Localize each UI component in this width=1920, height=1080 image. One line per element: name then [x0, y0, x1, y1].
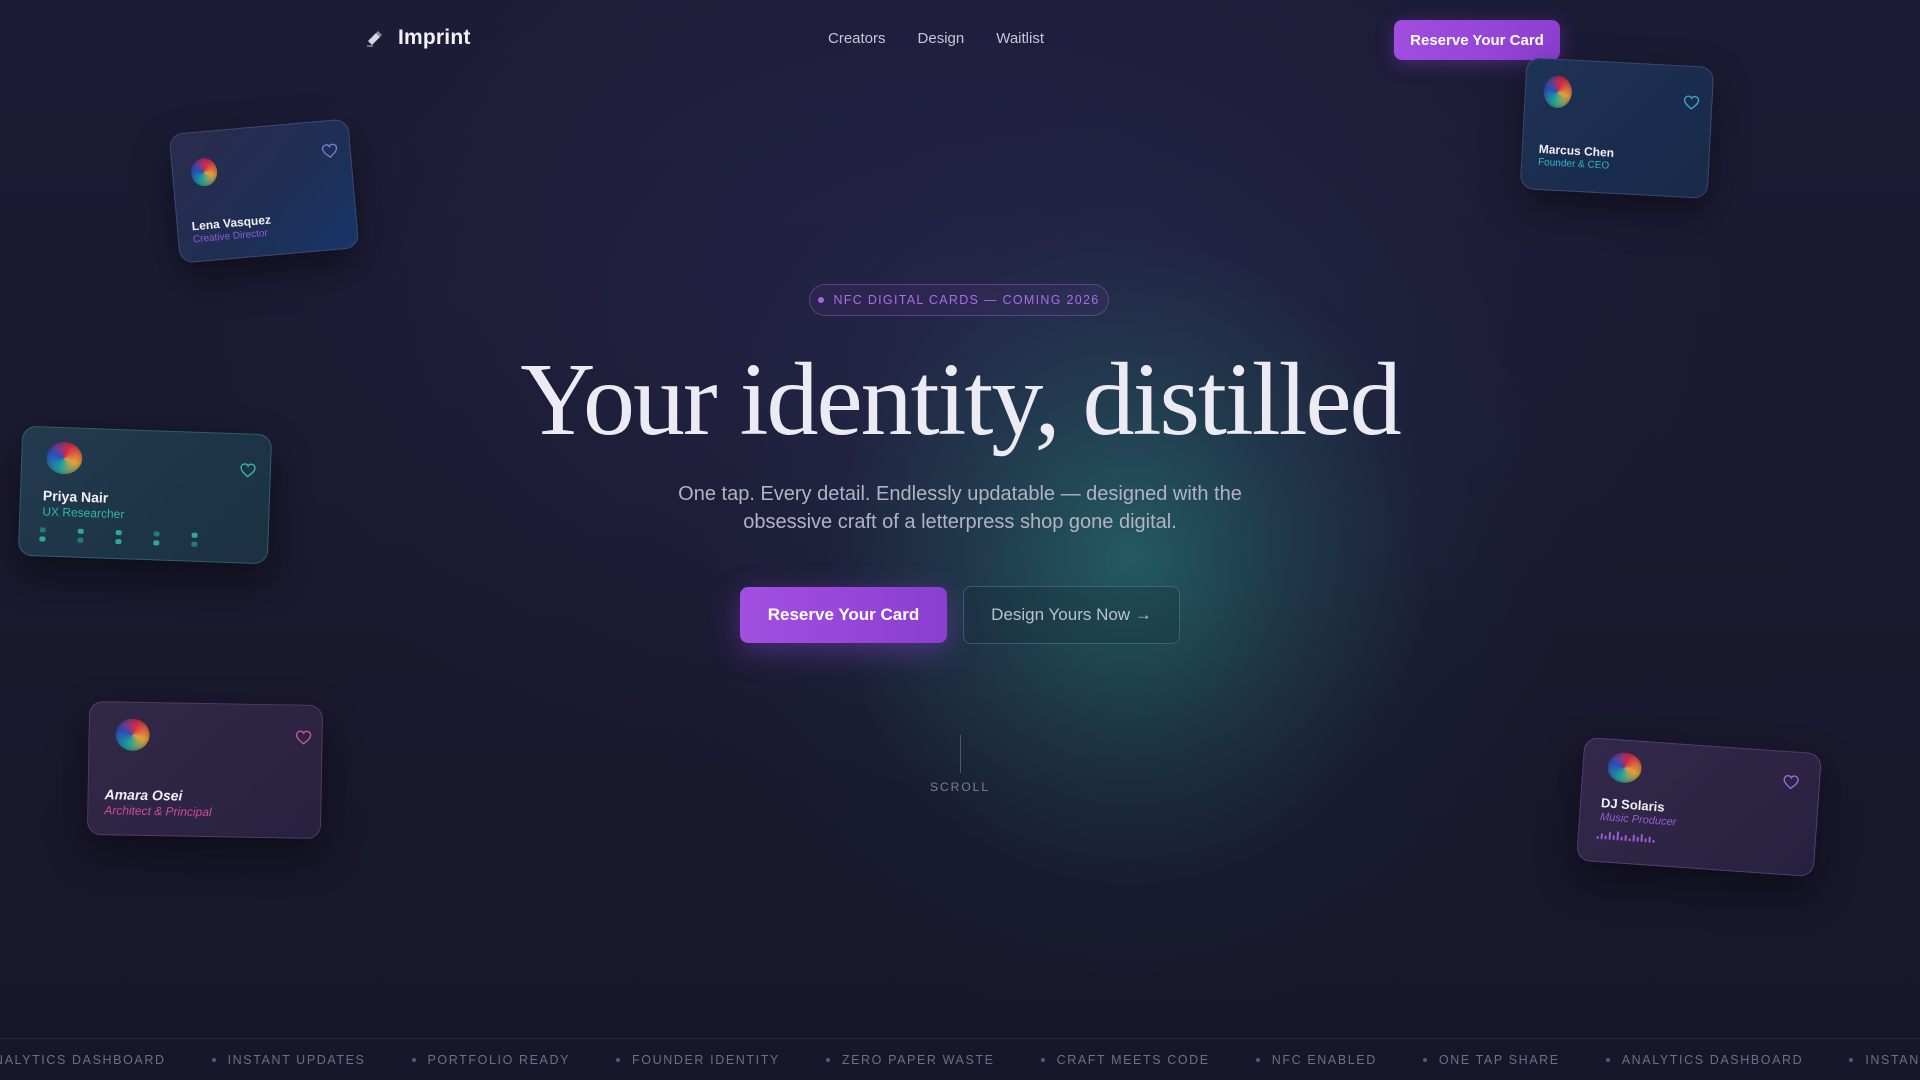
ticker-item: NFC ENABLED	[1255, 1053, 1377, 1067]
scroll-indicator-line	[960, 735, 961, 773]
ticker-label: INSTANT UPDATES	[227, 1053, 366, 1067]
ticker-item: PORTFOLIO READY	[411, 1053, 571, 1067]
profile-card-priya[interactable]: Priya Nair UX Researcher	[17, 425, 273, 565]
profile-card-marcus[interactable]: Marcus Chen Founder & CEO	[1519, 57, 1715, 199]
ticker-item: ANALYTICS DASHBOARD	[1605, 1053, 1804, 1067]
bullet-icon	[1040, 1058, 1045, 1062]
nav-link-design[interactable]: Design	[918, 30, 965, 47]
ticker-item: ONE TAP SHARE	[1422, 1053, 1560, 1067]
ticker-item: ZERO PAPER WASTE	[825, 1053, 995, 1067]
design-yours-button[interactable]: Design Yours Now →	[963, 586, 1180, 644]
heart-icon[interactable]	[321, 142, 338, 159]
ticker-label: ANALYTICS DASHBOARD	[0, 1053, 166, 1067]
profile-card-lena[interactable]: Lena Vasquez Creative Director	[168, 118, 360, 264]
heart-icon[interactable]	[240, 462, 257, 479]
main-nav: Creators Design Waitlist	[828, 30, 1044, 47]
hero-subtitle: One tap. Every detail. Endlessly updatab…	[678, 483, 1242, 533]
bullet-icon	[1255, 1058, 1260, 1062]
ticker-label: ONE TAP SHARE	[1438, 1053, 1560, 1067]
hero-title: Your identity, distilled	[520, 342, 1401, 457]
bullet-icon	[1605, 1058, 1610, 1062]
badge-text: NFC DIGITAL CARDS — COMING 2026	[833, 293, 1100, 307]
avatar	[189, 157, 219, 188]
ticker-item: INSTANT UPDATES	[1849, 1053, 1920, 1067]
card-role: Architect & Principal	[104, 803, 212, 820]
feature-ticker: ANALYTICS DASHBOARD INSTANT UPDATES PORTFO…	[0, 1038, 1920, 1080]
bullet-icon	[1849, 1058, 1854, 1062]
landing-page: Imprint Creators Design Waitlist Reserve…	[0, 0, 1920, 1080]
card-name: Priya Nair	[42, 487, 109, 506]
ticker-item: INSTANT UPDATES	[211, 1053, 366, 1067]
ticker-item: FOUNDER IDENTITY	[616, 1053, 780, 1067]
ticker-label: CRAFT MEETS CODE	[1056, 1053, 1210, 1067]
bullet-icon	[211, 1058, 216, 1062]
heart-icon[interactable]	[295, 730, 312, 746]
card-role: Founder & CEO	[1537, 156, 1610, 172]
nav-link-creators[interactable]: Creators	[828, 30, 886, 47]
nav-reserve-button[interactable]: Reserve Your Card	[1394, 20, 1560, 60]
bullet-icon	[825, 1058, 830, 1062]
ticker-label: ANALYTICS DASHBOARD	[1621, 1053, 1804, 1067]
heart-icon[interactable]	[1683, 94, 1700, 111]
nav-link-waitlist[interactable]: Waitlist	[996, 30, 1044, 47]
profile-card-amara[interactable]: Amara Osei Architect & Principal	[86, 700, 324, 840]
badge-dot	[818, 297, 825, 303]
brand-logo[interactable]: Imprint	[364, 26, 471, 50]
bullet-icon	[411, 1058, 416, 1062]
ticker-item: CRAFT MEETS CODE	[1040, 1053, 1210, 1067]
bullet-icon	[1422, 1058, 1427, 1062]
ticker-label: INSTANT UPDATES	[1865, 1053, 1920, 1067]
heart-icon[interactable]	[1782, 774, 1799, 791]
brand-name: Imprint	[398, 26, 471, 49]
ticker-label: NFC ENABLED	[1271, 1053, 1377, 1067]
avatar	[115, 718, 150, 752]
ticker-item: ANALYTICS DASHBOARD	[0, 1053, 166, 1067]
ticker-label: ZERO PAPER WASTE	[841, 1053, 995, 1067]
card-name: Amara Osei	[104, 786, 183, 804]
stamp-icon	[367, 31, 382, 47]
bullet-icon	[616, 1058, 621, 1062]
announcement-badge: NFC DIGITAL CARDS — COMING 2026	[809, 284, 1109, 316]
audio-waveform	[1596, 829, 1656, 843]
avatar	[1606, 751, 1643, 784]
ticker-label: PORTFOLIO READY	[427, 1053, 571, 1067]
avatar	[45, 441, 83, 475]
ticker-label: FOUNDER IDENTITY	[632, 1053, 780, 1067]
scroll-label[interactable]: SCROLL	[900, 780, 1020, 794]
card-role: Music Producer	[1599, 811, 1677, 829]
avatar	[1542, 75, 1573, 109]
ticker-track: ANALYTICS DASHBOARD INSTANT UPDATES PORTFO…	[0, 1053, 1920, 1067]
card-role: UX Researcher	[42, 504, 125, 522]
profile-card-dj-solaris[interactable]: DJ Solaris Music Producer	[1575, 736, 1823, 878]
social-dots	[39, 527, 198, 547]
reserve-card-button[interactable]: Reserve Your Card	[740, 587, 947, 643]
